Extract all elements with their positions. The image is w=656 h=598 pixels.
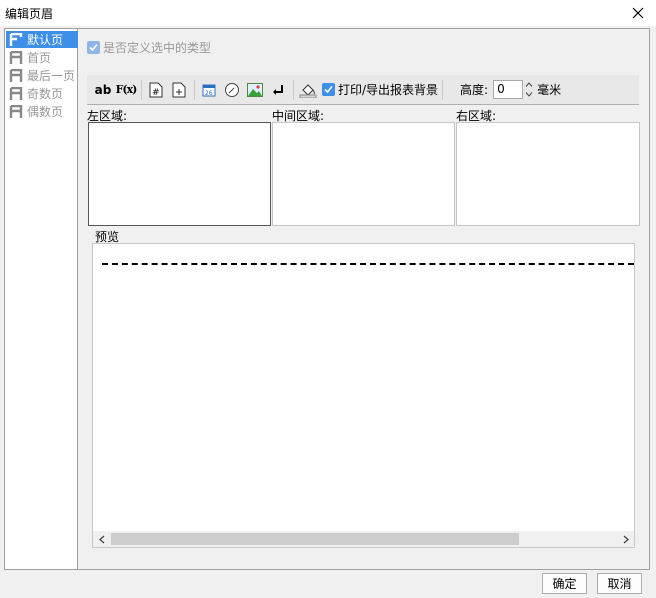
cancel-button[interactable]: 取消 — [597, 573, 642, 594]
scroll-left-button[interactable] — [93, 531, 110, 547]
close-icon — [632, 7, 644, 19]
preview-horizontal-scrollbar[interactable] — [92, 531, 635, 548]
nav-item-label: 首页 — [27, 51, 52, 65]
insert-page-number-button[interactable]: # — [145, 79, 167, 101]
insert-total-pages-button[interactable] — [168, 79, 190, 101]
center-zone-editor[interactable] — [272, 122, 455, 226]
total-pages-icon — [172, 82, 186, 97]
insert-text-button[interactable]: ab — [92, 79, 114, 101]
header-page-icon — [9, 104, 23, 118]
chevron-up-icon — [525, 82, 532, 87]
nav-item-label: 默认页 — [27, 33, 64, 47]
ok-button[interactable]: 确定 — [542, 573, 587, 594]
print-background-checkbox[interactable]: 打印/导出报表背景 — [322, 81, 438, 98]
insert-date-button[interactable]: 26 — [198, 79, 220, 101]
window-title: 编辑页眉 — [5, 7, 54, 21]
clock-icon — [225, 82, 239, 97]
stepper-up-button[interactable] — [523, 80, 534, 89]
chevron-left-icon — [98, 535, 104, 543]
insert-formula-button[interactable]: F(x) — [115, 79, 138, 101]
header-editor-panel: 是否定义选中的类型 ab F(x) # 26 打印/导出报表背景 高度: 0 毫… — [78, 28, 650, 570]
header-page-icon — [9, 50, 23, 64]
chevron-down-icon — [525, 92, 532, 97]
preview-area — [92, 243, 635, 548]
svg-text:#: # — [152, 88, 160, 98]
header-page-icon — [9, 68, 23, 82]
insert-image-button[interactable] — [244, 79, 266, 101]
title-bar: 编辑页眉 — [0, 0, 656, 26]
height-input[interactable]: 0 — [493, 80, 524, 99]
checkbox-checked-icon — [322, 83, 335, 96]
text-icon: ab — [94, 82, 112, 97]
height-stepper — [523, 80, 534, 99]
insert-line-break-button[interactable] — [267, 79, 289, 101]
calendar-icon: 26 — [202, 84, 216, 97]
print-background-label: 打印/导出报表背景 — [338, 83, 439, 97]
nav-item-default-page[interactable]: 默认页 — [6, 31, 78, 48]
stepper-down-button[interactable] — [523, 90, 534, 99]
image-icon — [247, 82, 263, 97]
nav-item-even-page[interactable]: 偶数页 — [6, 103, 78, 120]
right-zone-editor[interactable] — [456, 122, 640, 226]
scroll-right-button[interactable] — [617, 531, 634, 547]
toolbar-separator — [293, 79, 294, 100]
toolbar-separator — [194, 79, 195, 100]
insert-toolbar: ab F(x) # 26 打印/导出报表背景 高度: 0 毫米 — [87, 75, 639, 105]
formula-icon: F(x) — [115, 83, 138, 96]
height-unit-label: 毫米 — [537, 83, 562, 97]
scroll-thumb[interactable] — [111, 533, 519, 545]
nav-item-odd-page[interactable]: 奇数页 — [6, 85, 78, 102]
left-zone-editor[interactable] — [88, 122, 271, 226]
nav-item-label: 偶数页 — [27, 105, 64, 119]
header-page-icon — [9, 86, 23, 100]
toolbar-separator — [442, 79, 444, 100]
close-button[interactable] — [626, 2, 650, 24]
custom-type-checkbox[interactable]: 是否定义选中的类型 — [87, 39, 211, 56]
nav-item-label: 最后一页 — [27, 69, 76, 83]
line-break-icon — [273, 84, 283, 95]
page-number-icon: # — [149, 82, 163, 98]
nav-item-label: 奇数页 — [27, 87, 64, 101]
toolbar-separator — [141, 79, 142, 100]
svg-text:26: 26 — [205, 90, 213, 97]
page-type-list: 默认页 首页 最后一页 奇数页 偶数页 — [4, 28, 78, 570]
paint-bucket-icon — [299, 83, 317, 98]
nav-item-first-page[interactable]: 首页 — [6, 49, 78, 66]
insert-time-button[interactable] — [221, 79, 243, 101]
header-page-icon — [9, 32, 23, 46]
background-fill-button[interactable] — [297, 79, 319, 101]
nav-item-last-page[interactable]: 最后一页 — [6, 67, 78, 84]
height-label: 高度: — [460, 83, 489, 97]
header-boundary-line — [102, 263, 634, 265]
custom-type-label: 是否定义选中的类型 — [103, 41, 212, 55]
chevron-right-icon — [623, 535, 629, 543]
checkbox-checked-icon — [87, 41, 100, 54]
